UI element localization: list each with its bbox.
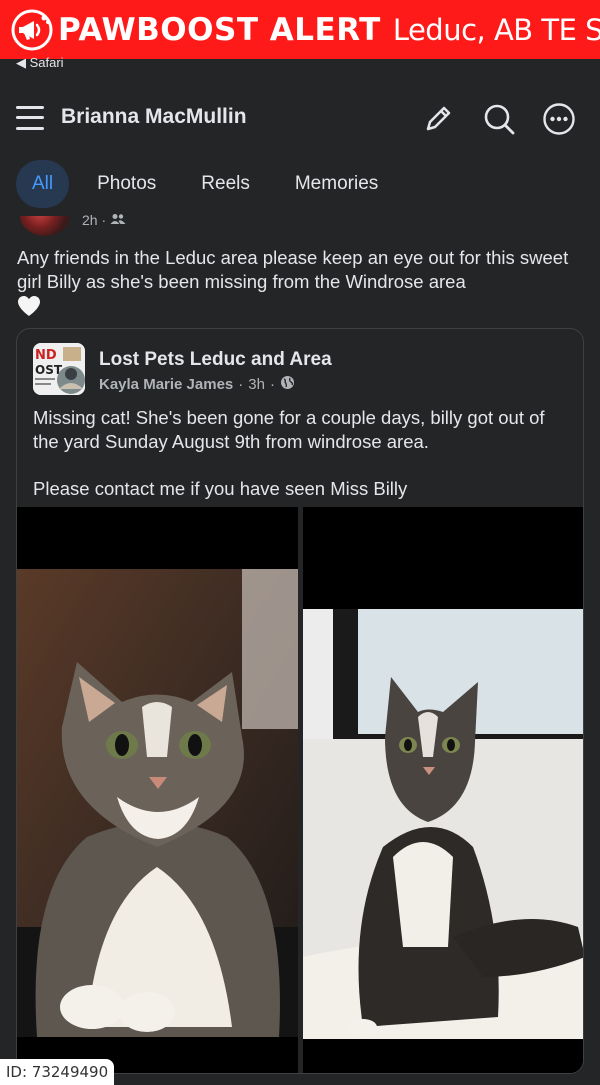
post-time: 2h ·	[82, 212, 107, 228]
search-icon[interactable]	[479, 99, 519, 139]
tab-photos[interactable]: Photos	[97, 160, 156, 208]
listing-id-label: ID: 73249490	[0, 1059, 114, 1085]
post-body: Any friends in the Leduc area please kee…	[17, 246, 587, 323]
shared-post-time: 3h	[248, 376, 265, 393]
tab-all[interactable]: All	[16, 160, 70, 208]
svg-text:ND: ND	[35, 348, 57, 363]
tab-memories[interactable]: Memories	[295, 160, 378, 208]
friends-icon	[110, 212, 126, 228]
globe-icon	[280, 375, 295, 394]
post-meta: 2h ·	[82, 212, 126, 228]
shared-post-text: Missing cat! She's been gone for a coupl…	[33, 406, 573, 500]
profile-header: Brianna MacMullin	[0, 92, 600, 146]
shared-post-line1: Missing cat! She's been gone for a coupl…	[33, 407, 545, 452]
alert-brand-title: PAWBOOST ALERT	[58, 11, 381, 48]
shared-post-meta: Kayla Marie James · 3h ·	[99, 375, 295, 394]
white-heart-emoji	[17, 295, 41, 323]
meta-dot: ·	[238, 376, 244, 393]
meta-dot: ·	[269, 376, 275, 393]
shared-post-line2: Please contact me if you have seen Miss …	[33, 477, 408, 499]
safari-back-link[interactable]: ◀ Safari	[16, 55, 64, 71]
edit-icon[interactable]	[418, 99, 458, 139]
pawboost-alert-banner: PAWBOOST ALERT Leduc, AB TE S	[0, 0, 600, 59]
profile-name[interactable]: Brianna MacMullin	[61, 105, 247, 129]
post-text: Any friends in the Leduc area please kee…	[17, 247, 569, 292]
megaphone-paw-icon	[10, 8, 54, 52]
profile-tabs: All Photos Reels Memories	[16, 160, 423, 208]
shared-post-card[interactable]: ND OST Lost Pets Leduc and Area Kayla Ma…	[16, 328, 584, 1074]
group-name[interactable]: Lost Pets Leduc and Area	[99, 349, 332, 371]
shared-post-author[interactable]: Kayla Marie James	[99, 376, 233, 393]
cat-photo-right[interactable]	[303, 507, 583, 1073]
group-avatar[interactable]: ND OST	[33, 343, 85, 395]
cat-photo-left[interactable]	[17, 507, 298, 1073]
menu-icon[interactable]	[16, 105, 44, 131]
tab-reels[interactable]: Reels	[201, 160, 250, 208]
more-icon[interactable]	[539, 99, 579, 139]
alert-location: Leduc, AB TE S	[392, 12, 600, 47]
